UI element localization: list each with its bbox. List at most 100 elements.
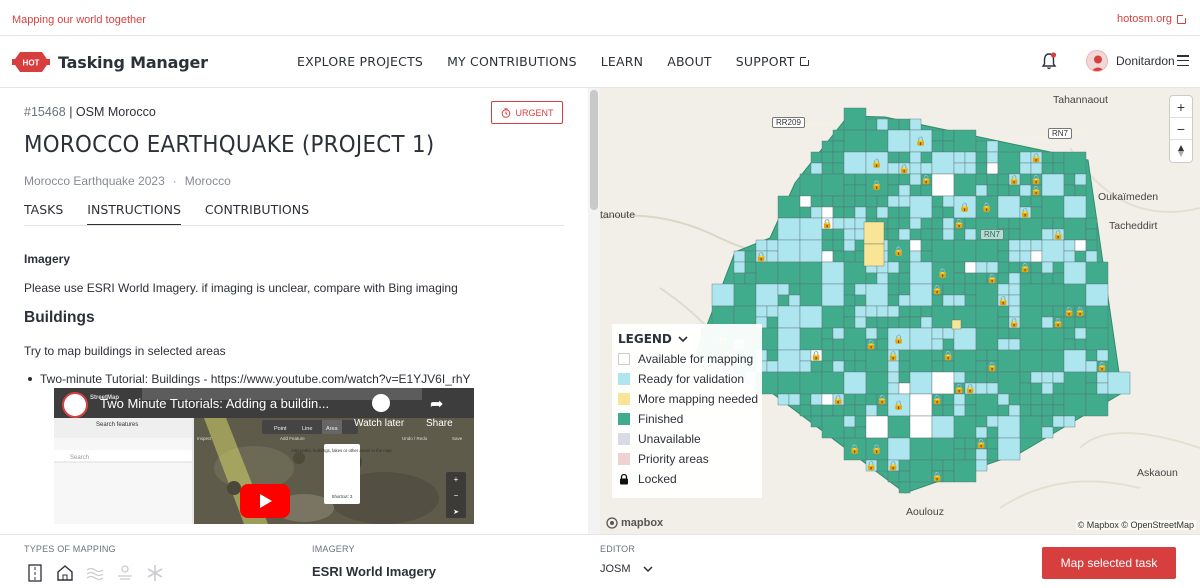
task-cell[interactable] bbox=[887, 437, 911, 461]
task-cell[interactable] bbox=[777, 349, 801, 373]
task-map[interactable]: 🔒 🔒 🔒 🔒 🔒 🔒 🔒 🔒 🔒 🔒 🔒 🔒 🔒 🔒 🔒 🔒 🔒 🔒 🔒 🔒 🔒 🔒 🔒 🔒 🔒 🔒 🔒 🔒 🔒 🔒 🔒 🔒 🔒 🔒 🔒 🔒 🔒 🔒 🔒 🔒… bbox=[600, 88, 1200, 534]
task-cell[interactable] bbox=[986, 382, 999, 395]
task-cell[interactable] bbox=[887, 470, 900, 483]
task-cell[interactable] bbox=[1063, 327, 1076, 340]
task-cell[interactable] bbox=[898, 173, 911, 186]
task-cell[interactable] bbox=[865, 415, 889, 439]
task-cell[interactable] bbox=[1052, 151, 1065, 164]
task-cell[interactable] bbox=[997, 316, 1010, 329]
task-cell[interactable] bbox=[810, 151, 823, 164]
task-cell[interactable] bbox=[1052, 272, 1065, 285]
task-cell[interactable] bbox=[997, 184, 1010, 197]
task-cell[interactable] bbox=[1085, 360, 1098, 373]
task-cell[interactable] bbox=[733, 250, 746, 263]
youtube-play-icon[interactable] bbox=[240, 484, 290, 518]
task-cell[interactable] bbox=[854, 404, 867, 417]
task-cell[interactable] bbox=[909, 162, 922, 175]
task-cell[interactable] bbox=[821, 228, 834, 241]
task-cell[interactable] bbox=[887, 382, 900, 395]
task-cell[interactable] bbox=[942, 393, 955, 406]
task-cell-more-mapping[interactable] bbox=[863, 221, 885, 245]
task-cell[interactable] bbox=[832, 228, 845, 241]
task-cell[interactable] bbox=[1008, 283, 1021, 296]
task-cell[interactable] bbox=[799, 239, 823, 263]
task-cell[interactable] bbox=[1008, 184, 1021, 197]
brand-logo[interactable]: HOT Tasking Manager bbox=[12, 49, 208, 75]
task-cell[interactable] bbox=[843, 239, 856, 252]
task-cell[interactable] bbox=[865, 283, 889, 307]
tab-tasks[interactable]: TASKS bbox=[24, 202, 63, 226]
task-cell[interactable] bbox=[821, 338, 834, 351]
task-cell[interactable] bbox=[953, 151, 966, 164]
task-cell[interactable] bbox=[810, 195, 823, 208]
task-cell[interactable] bbox=[843, 415, 856, 428]
task-cell[interactable] bbox=[1063, 283, 1087, 307]
task-cell[interactable] bbox=[854, 305, 867, 318]
task-cell[interactable] bbox=[865, 393, 878, 406]
task-cell[interactable] bbox=[1008, 239, 1021, 252]
task-cell[interactable] bbox=[898, 184, 911, 197]
task-cell[interactable] bbox=[799, 173, 823, 197]
task-cell[interactable] bbox=[931, 404, 944, 417]
task-cell[interactable] bbox=[997, 305, 1010, 318]
task-cell[interactable] bbox=[1074, 239, 1087, 252]
task-cell[interactable] bbox=[799, 360, 812, 373]
task-cell[interactable] bbox=[1019, 404, 1032, 417]
task-grid[interactable]: 🔒🔒🔒🔒🔒🔒 🔒 🔒🔒🔒 🔒🔒🔒 🔒🔒🔒🔒🔒🔒🔒🔒🔒🔒 🔒🔒 🔒🔒🔒🔒 🔒 🔒🔒 🔒🔒 🔒🔒 🔒🔒🔒🔒… bbox=[700, 107, 1131, 494]
task-cell[interactable] bbox=[821, 250, 834, 263]
task-cell[interactable] bbox=[920, 239, 933, 252]
task-cell[interactable] bbox=[942, 404, 955, 417]
task-cell[interactable] bbox=[964, 272, 977, 285]
task-cell[interactable] bbox=[843, 151, 867, 175]
task-cell[interactable] bbox=[909, 239, 922, 252]
task-cell[interactable] bbox=[821, 360, 834, 373]
task-cell[interactable] bbox=[1008, 338, 1021, 351]
task-cell[interactable] bbox=[942, 327, 955, 340]
task-cell[interactable] bbox=[854, 294, 867, 307]
task-cell[interactable] bbox=[854, 195, 867, 208]
task-cell[interactable] bbox=[1052, 217, 1065, 230]
task-cell[interactable] bbox=[997, 283, 1010, 296]
task-cell[interactable] bbox=[843, 129, 867, 153]
task-cell[interactable] bbox=[1041, 151, 1054, 164]
task-cell[interactable] bbox=[887, 129, 911, 153]
task-cell[interactable] bbox=[975, 162, 988, 175]
task-cell[interactable] bbox=[931, 217, 944, 230]
task-cell[interactable] bbox=[1085, 239, 1098, 252]
task-cell[interactable] bbox=[1041, 195, 1065, 219]
task-cell[interactable] bbox=[1052, 404, 1065, 417]
task-cell[interactable] bbox=[821, 283, 845, 307]
task-cell[interactable] bbox=[854, 206, 867, 219]
task-cell[interactable] bbox=[843, 173, 856, 186]
task-cell[interactable] bbox=[821, 404, 834, 417]
task-cell[interactable] bbox=[1041, 305, 1054, 318]
task-cell[interactable] bbox=[799, 195, 812, 208]
notification-bell-icon[interactable] bbox=[1041, 52, 1057, 70]
task-cell[interactable] bbox=[865, 316, 878, 329]
task-cell[interactable] bbox=[986, 140, 999, 153]
task-cell[interactable] bbox=[843, 261, 867, 285]
task-cell[interactable] bbox=[986, 437, 999, 450]
task-cell[interactable] bbox=[766, 360, 779, 373]
task-cell[interactable] bbox=[843, 217, 856, 230]
task-cell[interactable] bbox=[821, 305, 845, 329]
task-cell[interactable] bbox=[997, 437, 1021, 461]
task-cell[interactable] bbox=[1019, 184, 1032, 197]
task-cell[interactable] bbox=[898, 151, 911, 164]
task-cell[interactable] bbox=[931, 305, 955, 329]
task-cell[interactable] bbox=[1030, 393, 1043, 406]
task-cell[interactable] bbox=[777, 217, 801, 241]
task-cell[interactable] bbox=[1008, 393, 1021, 406]
task-cell[interactable] bbox=[887, 173, 900, 186]
task-cell[interactable] bbox=[821, 195, 834, 208]
task-cell[interactable] bbox=[843, 371, 867, 395]
share-label[interactable]: Share bbox=[426, 418, 453, 429]
task-cell[interactable] bbox=[1041, 327, 1065, 351]
task-cell[interactable] bbox=[1008, 228, 1021, 241]
task-cell[interactable] bbox=[1030, 239, 1043, 252]
task-cell[interactable] bbox=[909, 283, 933, 307]
task-cell[interactable] bbox=[744, 272, 757, 285]
task-cell[interactable] bbox=[975, 371, 988, 384]
task-cell[interactable] bbox=[1019, 349, 1043, 373]
task-cell[interactable] bbox=[876, 316, 889, 329]
